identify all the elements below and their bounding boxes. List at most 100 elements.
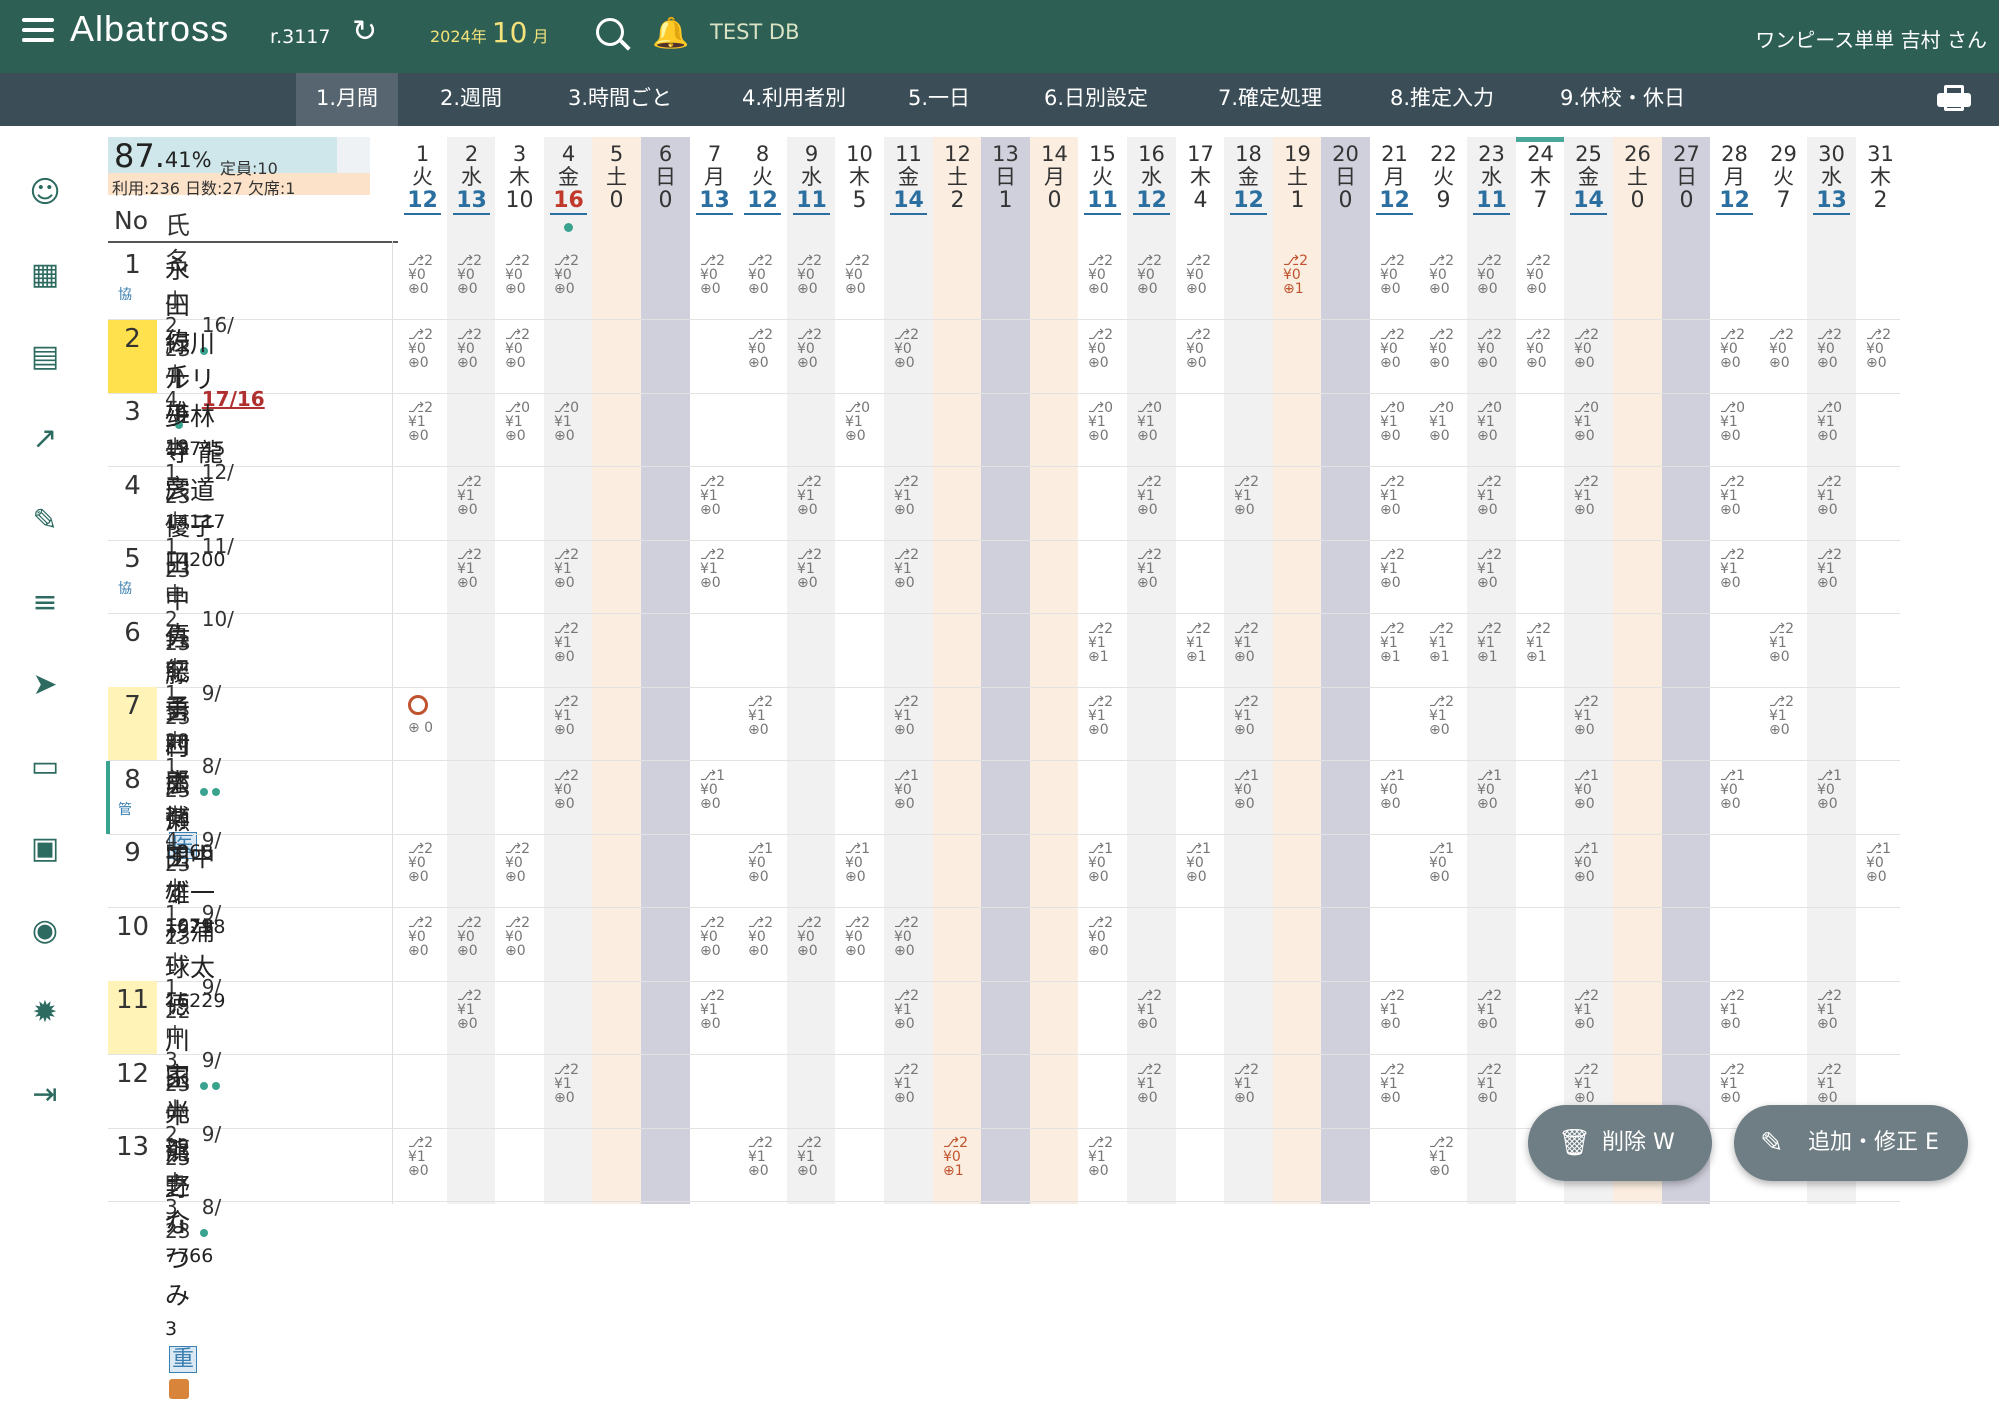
day-header-28[interactable]: 28 月 [1710,143,1759,189]
day-header-29[interactable]: 29 火 [1759,143,1808,189]
attendance-cell[interactable]: ⎇2 ¥1 ⊕0 [797,548,833,608]
day-header-8[interactable]: 8火 [738,143,787,189]
attendance-cell[interactable]: ⎇2 ¥1 ⊕0 [457,989,493,1049]
attendance-cell[interactable]: ⎇2 ¥1 ⊕0 [1720,989,1756,1049]
day-header-15[interactable]: 15 火 [1078,143,1127,189]
attendance-cell[interactable]: ⎇2 ¥0 ⊕0 [894,328,930,388]
tab-3[interactable]: 3.時間ごと [548,73,692,126]
attendance-cell[interactable]: ⎇2 ¥1 ⊕0 [1817,475,1853,535]
day-header-27[interactable]: 27 日 [1662,143,1711,189]
attendance-cell[interactable]: ⎇2 ¥1 ⊕0 [1137,1063,1173,1123]
attendance-cell[interactable]: ⎇2 ¥1 ⊕0 [894,548,930,608]
tab-5[interactable]: 5.一日 [888,73,990,126]
attendance-cell[interactable]: ⎇2 ¥1 ⊕0 [1234,622,1270,682]
attendance-cell[interactable]: ⎇1 ¥0 ⊕0 [1429,842,1465,902]
attendance-cell[interactable]: ⎇2 ¥0 ⊕0 [1088,916,1124,976]
day-column-20[interactable] [1321,137,1370,1204]
day-column-27[interactable] [1662,137,1711,1204]
tab-2[interactable]: 2.週間 [420,73,522,126]
attendance-cell[interactable]: ⊕ 0 [408,695,444,755]
attendance-cell[interactable]: ⎇2 ¥1 ⊕0 [700,989,736,1049]
tab-8[interactable]: 8.推定入力 [1370,73,1514,126]
attendance-cell[interactable]: ⎇2 ¥0 ⊕0 [554,769,590,829]
attendance-cell[interactable]: ⎇2 ¥0 ⊕0 [1769,328,1805,388]
attendance-cell[interactable]: ⎇2 ¥1 ⊕0 [894,1063,930,1123]
attendance-cell[interactable]: ⎇2 ¥1 ⊕0 [1720,548,1756,608]
day-header-3[interactable]: 3木 [495,143,544,189]
attendance-cell[interactable]: ⎇1 ¥0 ⊕0 [894,769,930,829]
edit-icon[interactable]: ✎ [22,498,68,544]
calendar-icon[interactable]: ▦ [22,252,68,298]
attendance-cell[interactable]: ⎇2 ¥1 ⊕0 [748,1136,784,1196]
attendance-cell[interactable]: ⎇2 ¥0 ⊕0 [1866,328,1902,388]
event-icon[interactable]: ▣ [22,826,68,872]
attendance-cell[interactable]: ⎇1 ¥0 ⊕0 [1720,769,1756,829]
attendance-cell[interactable]: ⎇1 ¥0 ⊕0 [1817,769,1853,829]
hamburger-menu-icon[interactable] [22,18,54,44]
send-icon[interactable]: ➤ [22,662,68,708]
attendance-cell[interactable]: ⎇2 ¥1 ⊕0 [894,695,930,755]
attendance-cell[interactable]: ⎇2 ¥0 ⊕0 [1526,328,1562,388]
attendance-cell[interactable]: ⎇0 ¥1 ⊕0 [505,401,541,461]
attendance-cell[interactable]: ⎇2 ¥1 ⊕0 [1380,548,1416,608]
attendance-cell[interactable]: ⎇1 ¥0 ⊕0 [748,842,784,902]
attendance-cell[interactable]: ⎇2 ¥0 ⊕0 [1429,328,1465,388]
attendance-cell[interactable]: ⎇2 ¥1 ⊕0 [554,548,590,608]
attendance-cell[interactable]: ⎇2 ¥0 ⊕1 [1283,254,1319,314]
day-column-5[interactable] [592,137,641,1204]
attendance-cell[interactable]: ⎇2 ¥1 ⊕0 [1234,475,1270,535]
attendance-cell[interactable]: ⎇2 ¥1 ⊕0 [1477,989,1513,1049]
attendance-cell[interactable]: ⎇2 ¥0 ⊕0 [408,842,444,902]
day-header-1[interactable]: 1火 [398,143,447,189]
day-header-17[interactable]: 17 木 [1176,143,1225,189]
day-header-7[interactable]: 7月 [690,143,739,189]
day-header-24[interactable]: 24 木 [1516,143,1565,189]
tab-4[interactable]: 4.利用者別 [722,73,866,126]
attendance-cell[interactable]: ⎇2 ¥0 ⊕0 [1088,328,1124,388]
day-header-16[interactable]: 16 水 [1127,143,1176,189]
attendance-cell[interactable]: ⎇2 ¥1 ⊕0 [1477,475,1513,535]
tab-1[interactable]: 1.月間 [296,73,399,126]
day-header-30[interactable]: 30 水 [1807,143,1856,189]
attendance-cell[interactable]: ⎇2 ¥1 ⊕0 [1817,548,1853,608]
tab-9[interactable]: 9.休校・休日 [1540,73,1705,126]
attendance-cell[interactable]: ⎇2 ¥1 ⊕0 [1477,1063,1513,1123]
print-icon[interactable] [1937,85,1971,113]
attendance-cell[interactable]: ⎇1 ¥0 ⊕0 [1477,769,1513,829]
attendance-cell[interactable]: ⎇2 ¥0 ⊕0 [1137,254,1173,314]
attendance-cell[interactable]: ⎇1 ¥0 ⊕0 [845,842,881,902]
attendance-cell[interactable]: ⎇2 ¥1 ⊕1 [1526,622,1562,682]
day-header-14[interactable]: 14 月 [1030,143,1079,189]
day-column-31[interactable] [1856,137,1905,1204]
attendance-cell[interactable]: ⎇1 ¥0 ⊕0 [1866,842,1902,902]
day-header-10[interactable]: 10 木 [835,143,884,189]
attendance-cell[interactable]: ⎇2 ¥1 ⊕0 [1429,695,1465,755]
attendance-cell[interactable]: ⎇2 ¥1 ⊕0 [1380,989,1416,1049]
attendance-cell[interactable]: ⎇2 ¥0 ⊕0 [748,328,784,388]
tab-6[interactable]: 6.日別設定 [1024,73,1168,126]
day-header-19[interactable]: 19 土 [1273,143,1322,189]
trend-icon[interactable]: ↗ [22,416,68,462]
day-header-31[interactable]: 31 木 [1856,143,1905,189]
attendance-cell[interactable]: ⎇1 ¥0 ⊕0 [700,769,736,829]
attendance-cell[interactable]: ⎇2 ¥1 ⊕0 [408,1136,444,1196]
day-header-25[interactable]: 25 金 [1564,143,1613,189]
attendance-cell[interactable]: ⎇2 ¥0 ⊕0 [1817,328,1853,388]
attendance-cell[interactable]: ⎇2 ¥1 ⊕0 [1429,1136,1465,1196]
day-column-26[interactable] [1613,137,1662,1204]
attendance-cell[interactable]: ⎇1 ¥0 ⊕0 [1234,769,1270,829]
attendance-cell[interactable]: ⎇2 ¥0 ⊕0 [1380,328,1416,388]
reload-icon[interactable]: ↻ [352,14,377,49]
day-header-2[interactable]: 2水 [447,143,496,189]
attendance-cell[interactable]: ⎇2 ¥0 ⊕0 [457,916,493,976]
day-header-18[interactable]: 18 金 [1224,143,1273,189]
account-icon[interactable]: ◉ [22,908,68,954]
attendance-cell[interactable]: ⎇1 ¥0 ⊕0 [1380,769,1416,829]
sliders-icon[interactable]: ≡ [22,580,68,626]
attendance-cell[interactable]: ⎇0 ¥1 ⊕0 [1720,401,1756,461]
attendance-cell[interactable]: ⎇2 ¥0 ⊕0 [1477,254,1513,314]
attendance-cell[interactable]: ⎇2 ¥1 ⊕0 [700,475,736,535]
day-column-6[interactable] [641,137,690,1204]
attendance-cell[interactable]: ⎇2 ¥1 ⊕0 [797,475,833,535]
attendance-cell[interactable]: ⎇2 ¥1 ⊕0 [700,548,736,608]
